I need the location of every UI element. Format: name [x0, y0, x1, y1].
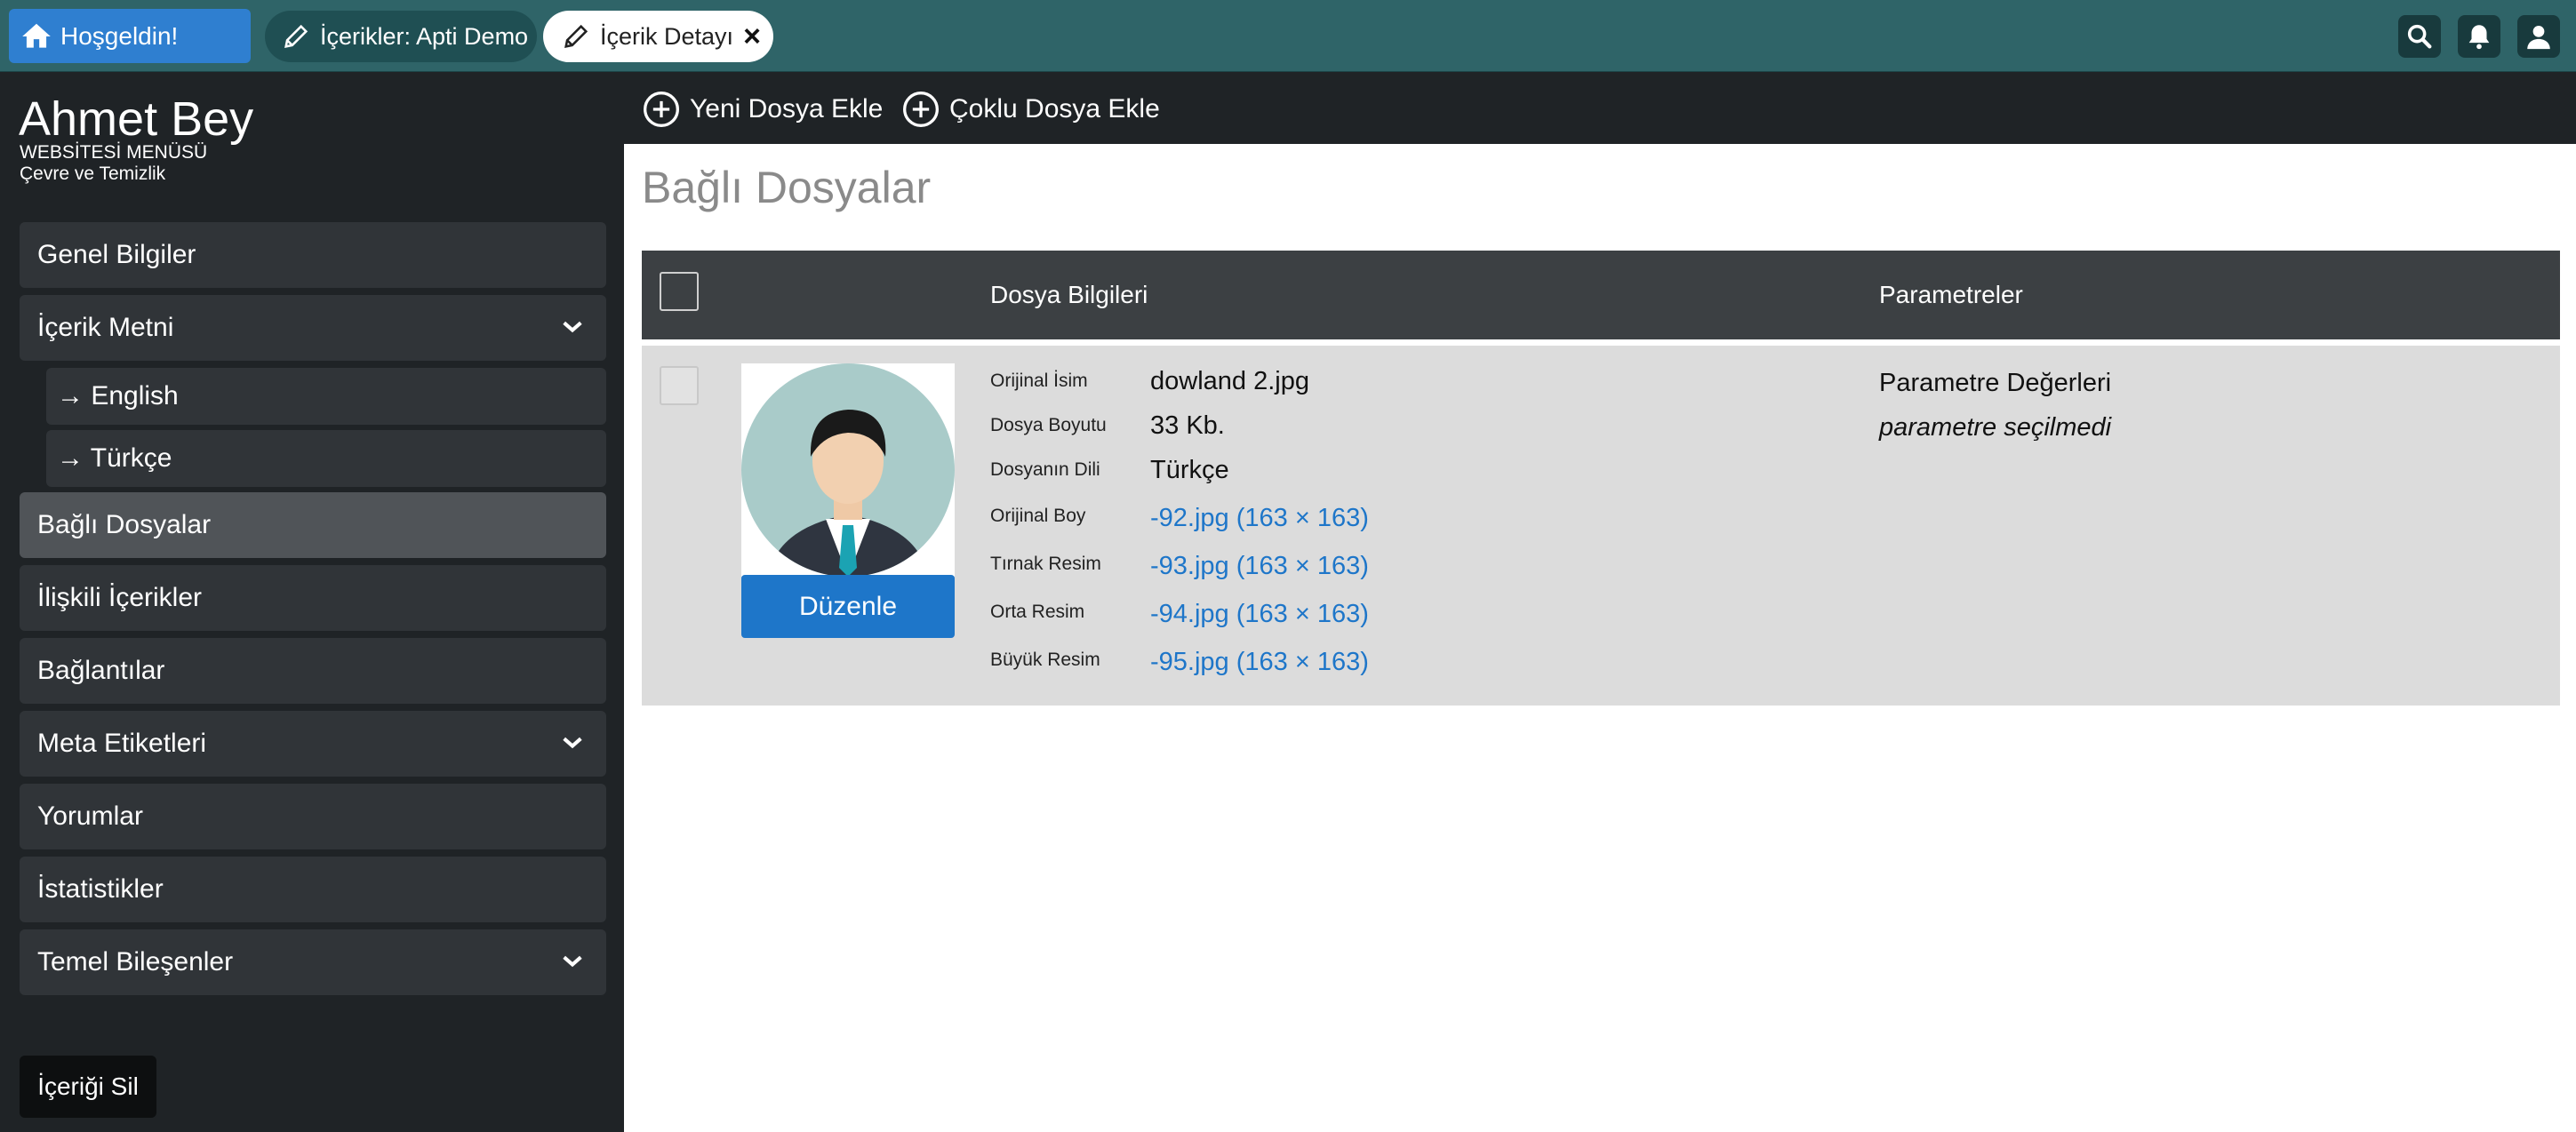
field-value-file-size: 33 Kb. [1150, 411, 1225, 440]
menu-subtitle: Çevre ve Temizlik [20, 163, 166, 184]
field-label: Dosyanın Dili [990, 459, 1100, 480]
field-label: Orijinal İsim [990, 371, 1088, 391]
sidebar-item-general-info[interactable]: Genel Bilgiler [20, 222, 606, 288]
tab-content-detail[interactable]: İçerik Detayı × [543, 11, 773, 62]
sidebar-item-label: Yorumlar [37, 801, 143, 831]
pencil-icon [564, 24, 588, 48]
field-label: Tırnak Resim [990, 554, 1101, 574]
sidebar-item-attached-files[interactable]: Bağlı Dosyalar [20, 492, 606, 558]
column-header-parameters: Parametreler [1879, 281, 2023, 308]
parameter-values-title: Parametre Değerleri [1879, 369, 2112, 397]
home-tab[interactable]: Hoşgeldin! [9, 9, 251, 63]
pencil-icon [284, 24, 308, 48]
sidebar-item-related-contents[interactable]: İlişkili İçerikler [20, 565, 606, 631]
column-header-file-info: Dosya Bilgileri [990, 281, 1148, 308]
sidebar-item-base-components[interactable]: Temel Bileşenler [20, 929, 606, 995]
delete-content-button[interactable]: İçeriği Sil [20, 1056, 156, 1118]
bell-icon[interactable] [2458, 15, 2500, 58]
edit-file-button[interactable]: Düzenle [741, 575, 955, 638]
plus-circle-icon [644, 92, 679, 127]
top-bar: Hoşgeldin! İçerikler: Apti Demo İçerik D… [0, 0, 2576, 72]
chevron-down-icon [563, 955, 582, 968]
table-row: Düzenle Orijinal İsim dowland 2.jpg Dosy… [642, 346, 2560, 706]
search-icon[interactable] [2398, 15, 2441, 58]
sidebar-item-turkish[interactable]: → Türkçe [46, 430, 606, 487]
sidebar-item-statistics[interactable]: İstatistikler [20, 857, 606, 922]
sidebar-item-label: İstatistikler [37, 874, 164, 904]
user-name: Ahmet Bey [19, 92, 254, 146]
page-title: Bağlı Dosyalar [642, 163, 932, 212]
add-multiple-files-label: Çoklu Dosya Ekle [949, 94, 1160, 124]
user-icon[interactable] [2517, 15, 2560, 58]
sidebar-item-label: Temel Bileşenler [37, 947, 234, 977]
sidebar: Ahmet Bey WEBSİTESİ MENÜSÜ Çevre ve Temi… [0, 72, 624, 1132]
menu-title: WEBSİTESİ MENÜSÜ [20, 142, 208, 163]
file-thumbnail [741, 363, 955, 577]
sidebar-item-label: Meta Etiketleri [37, 729, 207, 758]
original-size-link[interactable]: -92.jpg (163 × 163) [1150, 504, 1369, 533]
medium-image-link[interactable]: -94.jpg (163 × 163) [1150, 600, 1369, 629]
sidebar-item-meta-tags[interactable]: Meta Etiketleri [20, 711, 606, 777]
close-icon[interactable]: × [743, 21, 761, 52]
field-label: Orijinal Boy [990, 506, 1086, 526]
tab-label: İçerik Detayı [600, 22, 734, 50]
avatar [741, 363, 955, 577]
field-value-file-language: Türkçe [1150, 456, 1229, 484]
chevron-down-icon [563, 737, 582, 749]
tab-contents[interactable]: İçerikler: Apti Demo [265, 11, 537, 62]
add-file-button[interactable]: Yeni Dosya Ekle [642, 90, 883, 129]
thumbnail-image-link[interactable]: -93.jpg (163 × 163) [1150, 552, 1369, 581]
home-tab-label: Hoşgeldin! [60, 21, 179, 50]
sidebar-item-english[interactable]: → English [46, 368, 606, 425]
parameter-value: parametre seçilmedi [1879, 413, 2112, 442]
plus-circle-icon [903, 92, 939, 127]
toolbar: Yeni Dosya Ekle Çoklu Dosya Ekle [624, 72, 2576, 144]
sidebar-item-label: Bağlı Dosyalar [37, 510, 212, 539]
sidebar-item-label: İlişkili İçerikler [37, 583, 203, 612]
chevron-down-icon [563, 321, 582, 333]
row-checkbox[interactable] [660, 366, 699, 405]
sidebar-item-label: → English [57, 381, 179, 411]
sidebar-item-links[interactable]: Bağlantılar [20, 638, 606, 704]
table-header: Dosya Bilgileri Parametreler [642, 251, 2560, 339]
large-image-link[interactable]: -95.jpg (163 × 163) [1150, 648, 1369, 677]
sidebar-item-label: → Türkçe [57, 443, 172, 473]
field-label: Büyük Resim [990, 650, 1100, 670]
field-value-original-name: dowland 2.jpg [1150, 367, 1309, 395]
sidebar-item-comments[interactable]: Yorumlar [20, 784, 606, 849]
home-icon [22, 23, 51, 48]
tab-label: İçerikler: Apti Demo [320, 22, 529, 50]
sidebar-item-content-text[interactable]: İçerik Metni [20, 295, 606, 361]
sidebar-item-label: Genel Bilgiler [37, 240, 196, 269]
field-label: Dosya Boyutu [990, 415, 1107, 435]
select-all-checkbox[interactable] [660, 272, 699, 311]
sidebar-item-label: Bağlantılar [37, 656, 165, 685]
sidebar-item-label: İçerik Metni [37, 313, 174, 342]
add-file-label: Yeni Dosya Ekle [690, 94, 884, 124]
field-label: Orta Resim [990, 602, 1085, 622]
add-multiple-files-button[interactable]: Çoklu Dosya Ekle [901, 90, 1160, 129]
